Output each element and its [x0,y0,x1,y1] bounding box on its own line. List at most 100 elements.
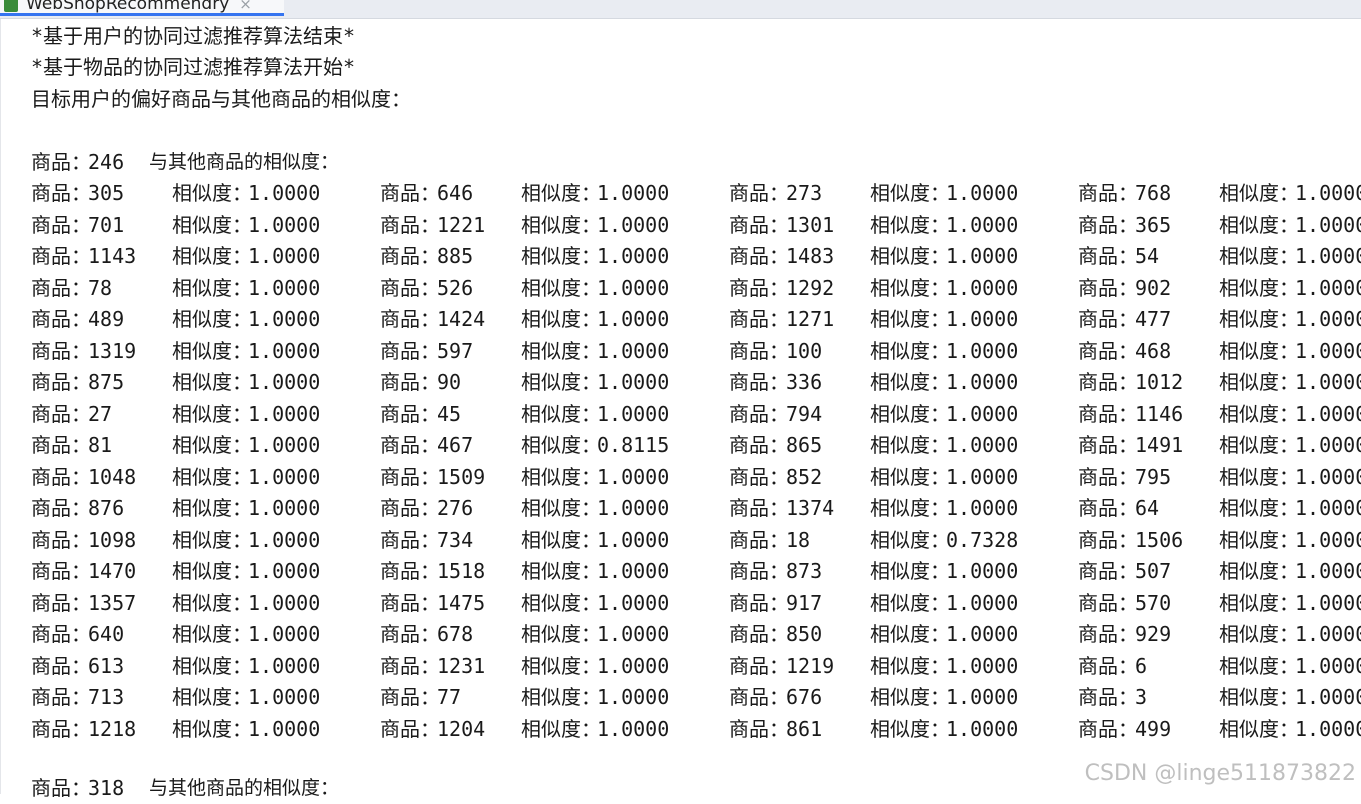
similarity-label: 相似度： [870,622,950,646]
product-label: 商品： [31,401,91,426]
product-id: 713 [88,685,125,709]
tab-webshop-recommendry[interactable]: WebShopRecommendry × [0,0,284,16]
similarity-label: 相似度： [1219,622,1299,646]
tab-title: WebShopRecommendry [26,0,230,14]
product-id: 1475 [437,590,486,615]
similarity-label: 相似度： [1219,338,1299,363]
similarity-label: 相似度： [172,496,252,520]
product-label: 商品： [729,653,789,678]
similarity-label: 相似度： [870,307,950,331]
product-id: 1219 [786,653,835,678]
product-label: 商品： [729,370,789,394]
product-id: 1271 [786,307,835,331]
similarity-value: 1.0000 [248,464,321,489]
product-label: 商品： [729,433,789,457]
similarity-value: 1.0000 [1295,370,1361,394]
similarity-label: 相似度： [172,401,252,426]
similarity-label: 相似度： [172,244,252,268]
similarity-label: 相似度： [870,464,950,489]
similarity-label: 相似度： [1219,401,1299,426]
product-label: 商品： [31,212,91,237]
product-id: 3 [1135,685,1148,709]
similarity-value: 1.0000 [1295,464,1361,489]
similarity-value: 1.0000 [248,370,321,394]
product-label: 商品： [380,653,440,678]
similarity-label: 相似度： [172,527,252,552]
similarity-value: 1.0000 [248,433,321,457]
similarity-label: 相似度： [870,433,950,457]
product-id: 1374 [786,496,835,520]
product-label: 商品： [1078,653,1138,678]
similarity-value: 1.0000 [946,590,1019,615]
product-id: 640 [88,622,125,646]
product-label: 商品： [380,464,440,489]
product-label: 商品： [1078,464,1138,489]
similarity-value: 1.0000 [597,653,670,678]
product-id: 1518 [437,559,486,583]
similarity-value: 1.0000 [597,685,670,709]
product-id: 467 [437,433,474,457]
similarity-label: 相似度： [1219,527,1299,552]
product-id: 499 [1135,716,1172,741]
product-id: 794 [786,401,823,426]
product-label: 商品： [380,275,440,300]
product-label: 商品： [1078,275,1138,300]
product-id: 676 [786,685,823,709]
similarity-value: 1.0000 [597,275,670,300]
similarity-value: 1.0000 [1295,307,1361,331]
product-id: 81 [88,433,113,457]
product-label: 商品： [31,244,91,268]
similarity-label: 相似度： [521,559,601,583]
product-label: 商品： [1078,433,1138,457]
product-id: 468 [1135,338,1172,363]
similarity-value: 1.0000 [946,307,1019,331]
product-id: 1506 [1135,527,1184,552]
similarity-label: 相似度： [870,275,950,300]
product-label: 商品： [1078,559,1138,583]
similarity-label: 相似度： [521,370,601,394]
product-id: 507 [1135,559,1172,583]
similarity-label: 相似度： [521,275,601,300]
product-id: 336 [786,370,823,394]
similarity-label: 相似度： [521,401,601,426]
product-id: 1470 [88,559,137,583]
similarity-label: 相似度： [1219,433,1299,457]
product-label: 商品： [31,338,91,363]
console-output[interactable]: *基于用户的协同过滤推荐算法结束* *基于物品的协同过滤推荐算法开始* 目标用户… [0,19,1361,800]
product-id: 100 [786,338,823,363]
similarity-label: 相似度： [172,307,252,331]
similarity-value: 1.0000 [248,716,321,741]
similarity-value: 1.0000 [1295,590,1361,615]
close-icon[interactable]: × [239,0,252,13]
product-id: 597 [437,338,474,363]
product-label: 商品： [380,622,440,646]
similarity-value: 1.0000 [1295,527,1361,552]
product-id: 1012 [1135,370,1184,394]
product-label: 商品： [729,685,789,709]
product-id: 768 [1135,181,1172,205]
product-id: 1491 [1135,433,1184,457]
product-label: 商品： [31,433,91,457]
product-label: 商品： [380,559,440,583]
similarity-value: 1.0000 [946,685,1019,709]
product-id: 365 [1135,212,1172,237]
similarity-value: 1.0000 [248,559,321,583]
product-id: 1319 [88,338,137,363]
product-id: 1509 [437,464,486,489]
similarity-value: 1.0000 [946,433,1019,457]
similarity-label: 相似度： [1219,244,1299,268]
similarity-label: 相似度： [870,401,950,426]
similarity-label: 相似度： [870,716,950,741]
product-label: 商品： [380,370,440,394]
similarity-label: 相似度： [1219,559,1299,583]
similarity-value: 1.0000 [597,590,670,615]
product-id: 852 [786,464,823,489]
similarity-label: 相似度： [172,653,252,678]
similarity-label: 相似度： [1219,496,1299,520]
product-id: 276 [437,496,474,520]
similarity-value: 1.0000 [248,401,321,426]
similarity-label: 相似度： [870,370,950,394]
similarity-value: 1.0000 [1295,716,1361,741]
similarity-label: 相似度： [172,464,252,489]
similarity-value: 1.0000 [597,307,670,331]
